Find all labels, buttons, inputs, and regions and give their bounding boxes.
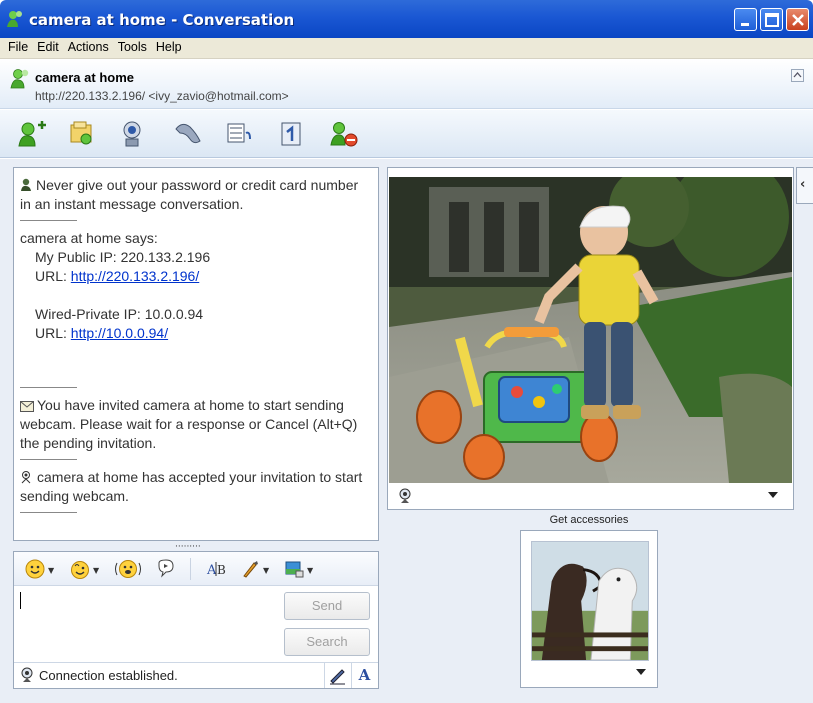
compose-panel: ▼ ▼ AB ▼ ▼ Send Search Connection establ…	[13, 551, 379, 689]
accepted-message: camera at home has accepted your invitat…	[20, 468, 372, 506]
handwriting-button[interactable]	[324, 663, 350, 688]
display-picture[interactable]	[531, 541, 649, 661]
pen-icon	[330, 669, 345, 685]
title-bar: camera at home - Conversation	[0, 0, 813, 38]
conversation-area: Never give out your password or credit c…	[0, 159, 813, 703]
video-controls	[388, 484, 793, 509]
webcam-status-icon	[21, 667, 33, 682]
chevron-left-icon: ‹	[800, 177, 806, 192]
divider	[20, 512, 77, 513]
wink-icon[interactable]	[69, 559, 91, 579]
webcam-icon[interactable]	[118, 119, 150, 149]
emoticon-icon[interactable]	[25, 559, 45, 579]
chevron-down-icon[interactable]: ▼	[48, 566, 54, 575]
menu-actions[interactable]: Actions	[64, 38, 114, 54]
menu-tools[interactable]: Tools	[114, 38, 152, 54]
search-button[interactable]: Search	[284, 628, 370, 656]
chat-history: Never give out your password or credit c…	[13, 167, 379, 541]
status-text: Connection established.	[39, 668, 178, 683]
private-url-link[interactable]: http://10.0.0.94/	[71, 325, 168, 341]
menu-file[interactable]: File	[4, 38, 33, 54]
sender-line: camera at home says:	[20, 230, 158, 246]
chevron-down-icon[interactable]	[636, 669, 646, 675]
user-warning-icon	[21, 178, 31, 191]
url-label: URL:	[35, 268, 71, 284]
call-icon[interactable]	[172, 119, 204, 149]
collapse-panel-tab[interactable]: ‹	[796, 167, 813, 204]
display-picture-box	[520, 530, 658, 688]
chevron-down-icon[interactable]: ▼	[93, 566, 99, 575]
chevron-down-icon[interactable]: ▼	[307, 566, 313, 575]
action-toolbar	[0, 110, 813, 158]
background-icon[interactable]	[284, 559, 304, 579]
divider	[20, 220, 77, 221]
expand-header-button[interactable]	[791, 69, 804, 82]
window-title: camera at home - Conversation	[29, 11, 295, 29]
emoticon-toolbar: ▼ ▼ AB ▼ ▼	[14, 552, 378, 586]
block-contact-icon[interactable]	[328, 119, 360, 149]
webcam-panel	[387, 167, 794, 510]
video-call-icon[interactable]	[224, 119, 256, 149]
toolbar-separator	[190, 558, 191, 580]
security-warning: Never give out your password or credit c…	[20, 176, 372, 214]
envelope-icon	[20, 401, 34, 412]
menu-bar: File Edit Actions Tools Help	[0, 38, 813, 59]
brush-icon[interactable]	[240, 559, 260, 579]
menu-edit[interactable]: Edit	[33, 38, 64, 54]
webcam-icon[interactable]	[398, 488, 412, 504]
minimize-button[interactable]	[734, 8, 757, 31]
contact-address: http://220.133.2.196/ <ivy_zavio@hotmail…	[35, 89, 289, 103]
public-url-link[interactable]: http://220.133.2.196/	[71, 268, 199, 284]
send-files-icon[interactable]	[66, 119, 98, 149]
activities-icon[interactable]	[276, 119, 308, 149]
messenger-buddy-icon	[7, 11, 22, 27]
send-button[interactable]: Send	[284, 592, 370, 620]
maximize-button[interactable]	[760, 8, 783, 31]
webcam-video-feed	[389, 177, 792, 483]
text-mode-button[interactable]: A	[351, 663, 377, 688]
contact-status-icon	[10, 69, 29, 89]
svg-text:A: A	[206, 563, 217, 578]
warning-text: Never give out your password or credit c…	[20, 177, 359, 212]
contact-name: camera at home	[35, 70, 134, 85]
svg-text:B: B	[217, 563, 226, 577]
divider	[20, 459, 77, 460]
private-ip-text: Wired-Private IP: 10.0.0.94	[35, 306, 204, 322]
public-url-line: URL: http://220.133.2.196/	[20, 267, 372, 286]
accepted-text: camera at home has accepted your invitat…	[20, 469, 363, 504]
private-url-line: URL: http://10.0.0.94/	[20, 324, 372, 343]
voice-clip-icon[interactable]	[156, 559, 176, 579]
url-label: URL:	[35, 325, 71, 341]
divider	[20, 387, 77, 388]
chevron-down-icon[interactable]	[768, 492, 778, 498]
chevron-down-icon[interactable]: ▼	[263, 566, 269, 575]
contact-header: camera at home http://220.133.2.196/ <iv…	[0, 59, 813, 109]
webcam-user-icon	[21, 471, 31, 484]
invite-message: You have invited camera at home to start…	[20, 396, 372, 453]
accessories-label[interactable]: Get accessories	[520, 514, 658, 526]
font-icon[interactable]: AB	[206, 559, 230, 579]
public-ip-text: My Public IP: 220.133.2.196	[35, 249, 211, 265]
nudge-icon[interactable]	[114, 559, 142, 579]
close-button[interactable]	[786, 8, 809, 31]
message-input[interactable]	[20, 592, 21, 609]
menu-help[interactable]: Help	[152, 38, 187, 54]
status-bar: Connection established. A	[14, 662, 378, 688]
invite-text: You have invited camera at home to start…	[20, 397, 358, 451]
invite-contact-icon[interactable]	[16, 119, 48, 149]
